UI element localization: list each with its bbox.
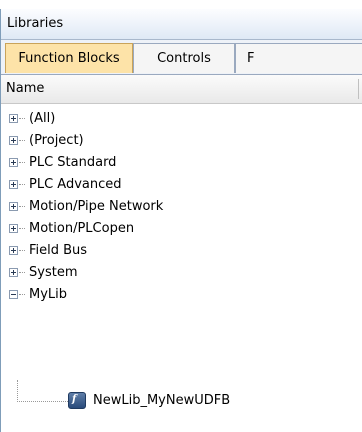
expand-icon[interactable] — [9, 224, 18, 233]
tree-node-label: MyLib — [29, 287, 68, 302]
column-header-label: Name — [6, 81, 45, 96]
tree-connector — [19, 272, 25, 273]
tree-node-label: (All) — [29, 111, 56, 126]
tab-controls[interactable]: Controls — [133, 43, 235, 73]
tab-strip: Function Blocks Controls F — [1, 40, 362, 75]
tree-node-mylib[interactable]: MyLib — [0, 284, 362, 306]
expand-icon[interactable] — [9, 158, 18, 167]
collapse-icon[interactable] — [9, 290, 18, 299]
expand-icon[interactable] — [9, 136, 18, 145]
tree-connector — [19, 206, 25, 207]
tree-node-newlib-mynewudfb[interactable]: NewLib_MyNewUDFB — [93, 390, 230, 412]
tree-connector — [19, 184, 25, 185]
tree-connector — [19, 118, 25, 119]
tab-partial[interactable]: F — [235, 43, 362, 73]
tree-branch-line — [17, 380, 18, 402]
tree-node-label: Field Bus — [29, 243, 88, 258]
expand-icon[interactable] — [9, 114, 18, 123]
tree-node-motion-pipe-network[interactable]: Motion/Pipe Network — [0, 196, 362, 218]
tree-node-system[interactable]: System — [0, 262, 362, 284]
tree-connector — [19, 228, 25, 229]
tree-node-plc-standard[interactable]: PLC Standard — [0, 152, 362, 174]
tree-node-field-bus[interactable]: Field Bus — [0, 240, 362, 262]
expand-icon[interactable] — [9, 180, 18, 189]
tree-child-connector — [17, 401, 68, 402]
tree-node-motion-plcopen[interactable]: Motion/PLCopen — [0, 218, 362, 240]
tree-node-label: PLC Standard — [29, 155, 117, 170]
tree-node-project[interactable]: (Project) — [0, 130, 362, 152]
tree-connector — [19, 294, 25, 295]
top-strip — [0, 0, 362, 9]
panel-title: Libraries — [1, 9, 362, 40]
tree-connector — [19, 250, 25, 251]
tree-node-plc-advanced[interactable]: PLC Advanced — [0, 174, 362, 196]
name-column-header[interactable]: Name — [1, 75, 362, 104]
function-block-icon: f — [68, 392, 86, 409]
expand-icon[interactable] — [9, 268, 18, 277]
tab-function-blocks[interactable]: Function Blocks — [5, 43, 133, 73]
expand-icon[interactable] — [9, 246, 18, 255]
tree-node-label: System — [29, 265, 78, 280]
tree-node-label: Motion/PLCopen — [29, 221, 135, 236]
tree-node-all[interactable]: (All) — [0, 108, 362, 130]
expand-icon[interactable] — [9, 202, 18, 211]
tree-connector — [19, 162, 25, 163]
tree-node-label: PLC Advanced — [29, 177, 122, 192]
tree-node-label: Motion/Pipe Network — [29, 199, 164, 214]
tree-connector — [19, 140, 25, 141]
column-separator[interactable] — [358, 79, 359, 99]
tree-node-label: (Project) — [29, 133, 84, 148]
